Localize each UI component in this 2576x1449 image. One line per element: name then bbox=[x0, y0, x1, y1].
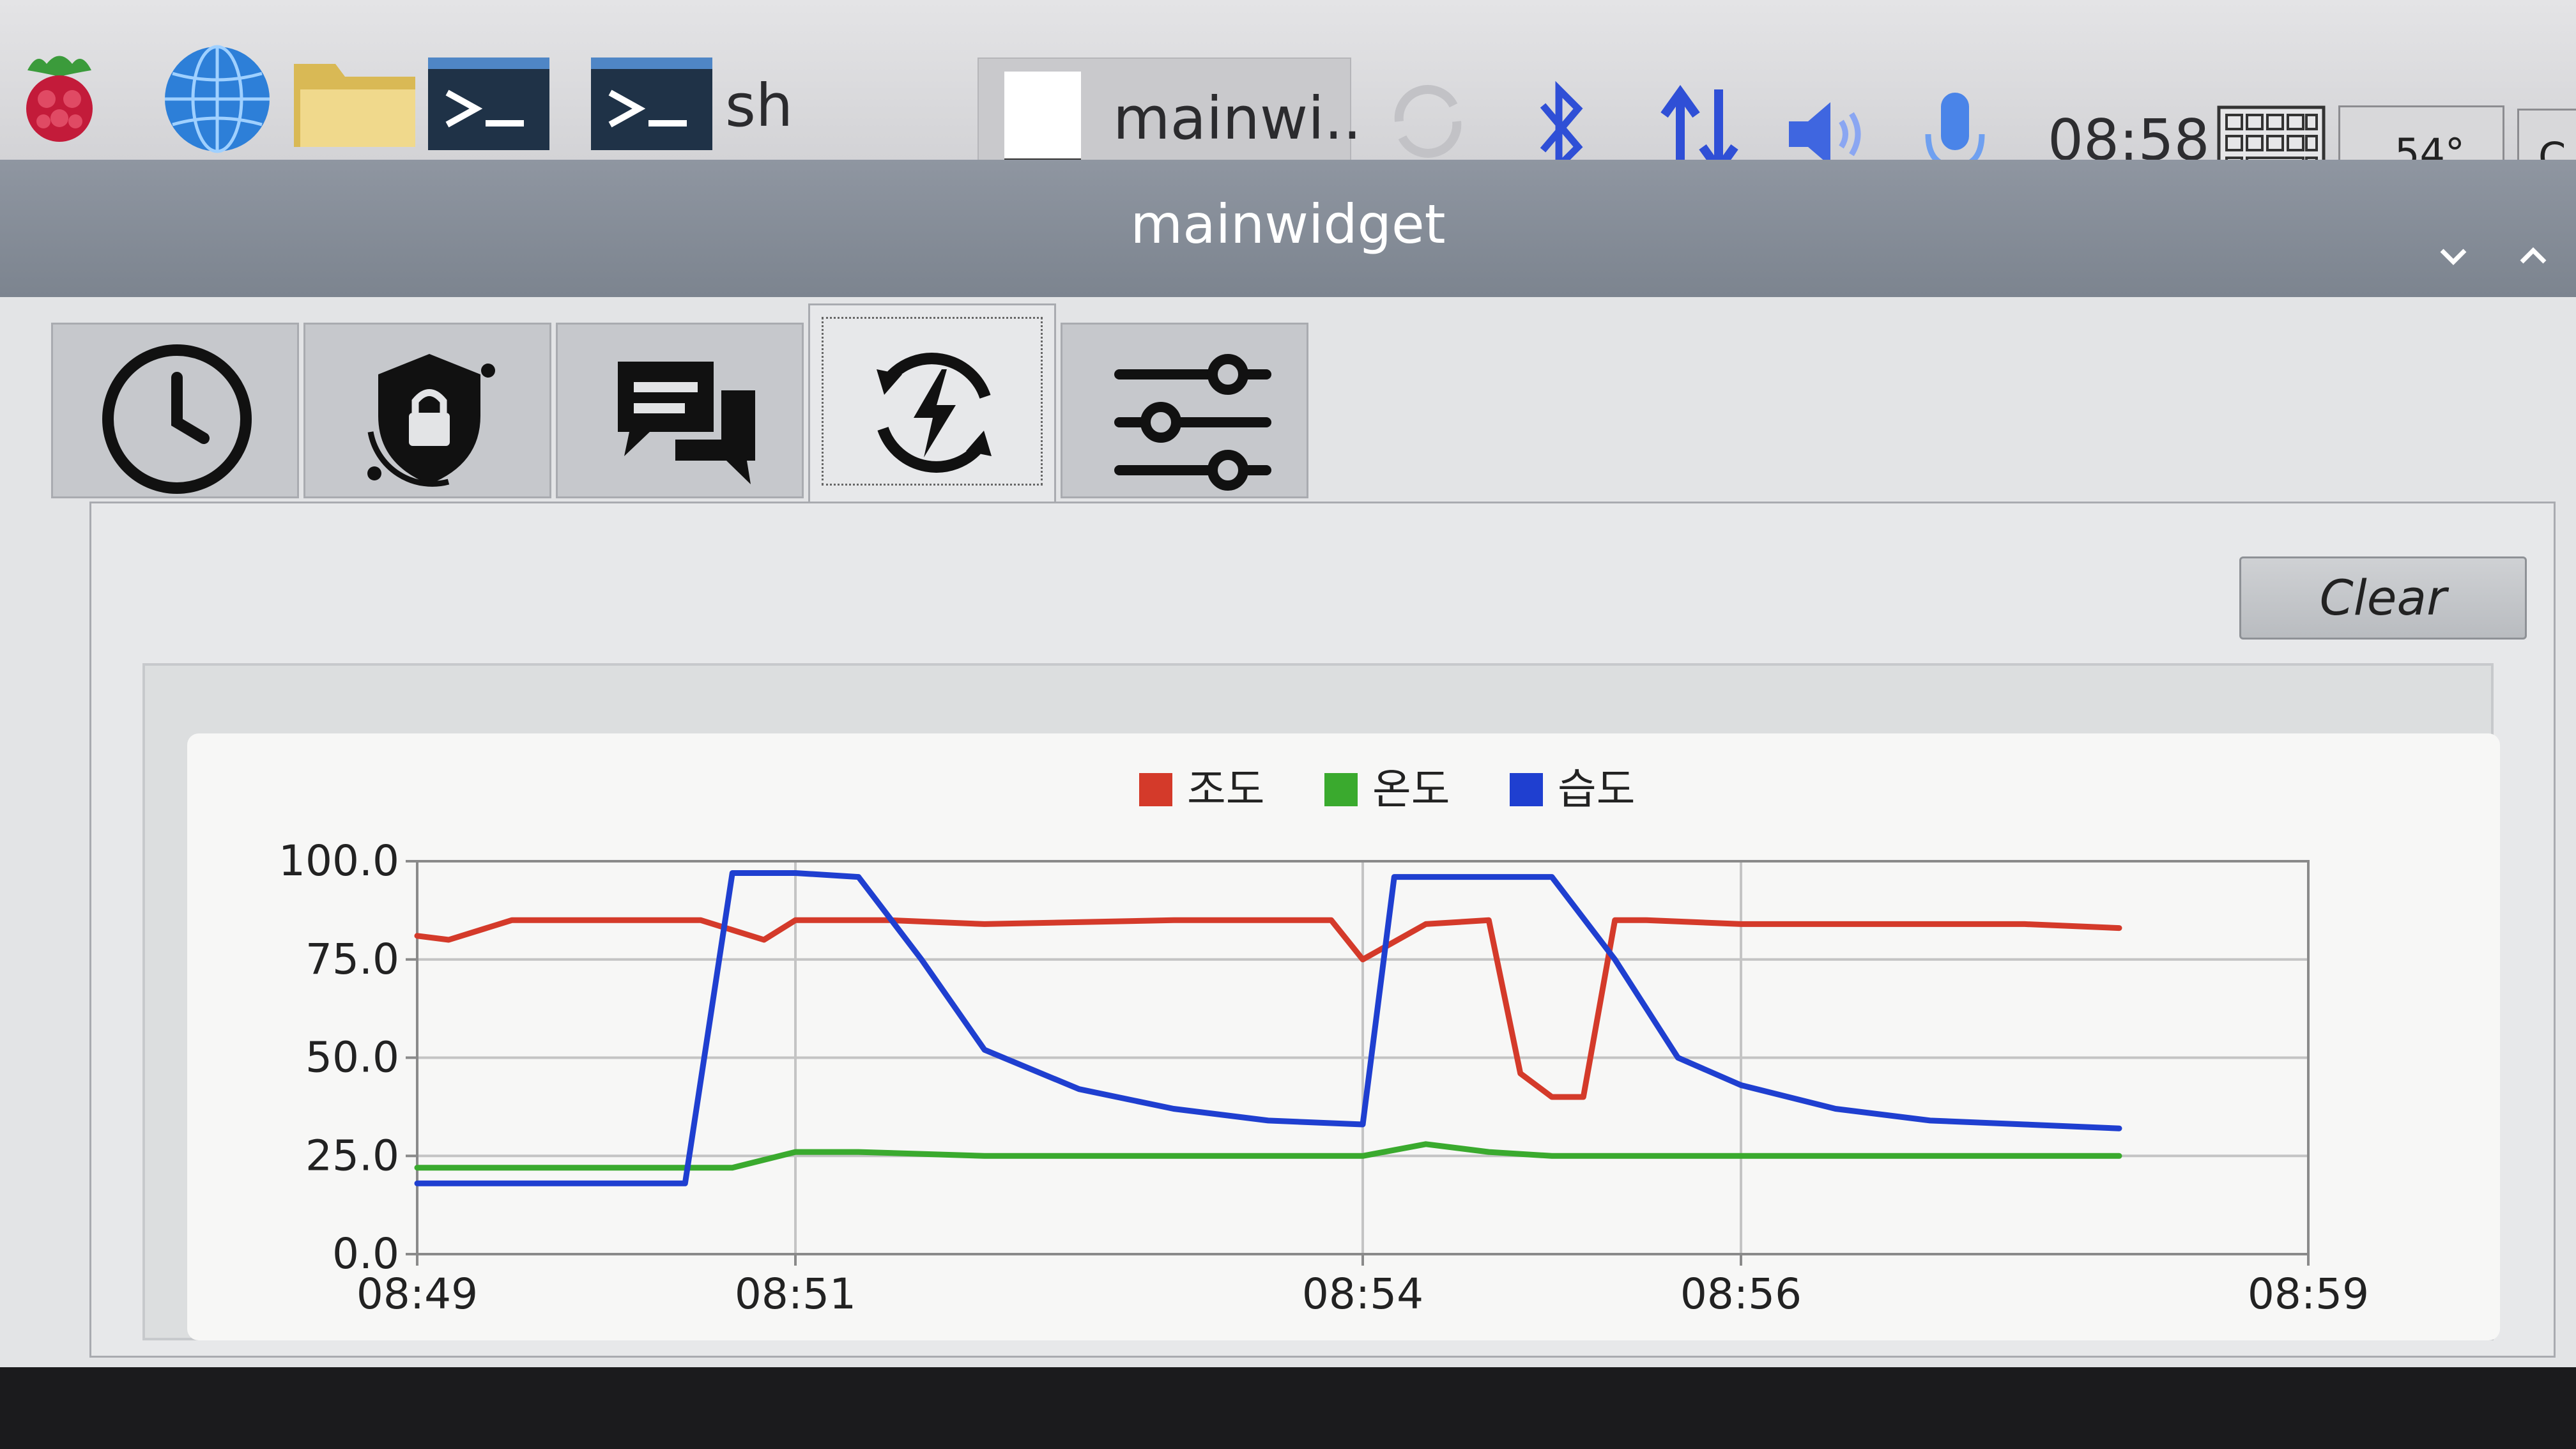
legend-swatch bbox=[1324, 773, 1358, 806]
x-tick-label: 08:59 bbox=[2248, 1269, 2369, 1319]
legend-label: 조도 bbox=[1187, 765, 1264, 814]
series-line-0 bbox=[414, 917, 2122, 1100]
y-tick-label: 25.0 bbox=[305, 1131, 399, 1180]
legend-label: 온도 bbox=[1372, 765, 1450, 814]
tab-settings[interactable] bbox=[1061, 323, 1308, 498]
tab-content-pane: Clear 조도 온도 습도 0.0 25.0 50.0 75.0 100.0 08:49 0… bbox=[89, 502, 2556, 1358]
power-cycle-icon bbox=[877, 353, 992, 473]
x-tick-label: 08:51 bbox=[735, 1269, 856, 1319]
y-tick-label: 100.0 bbox=[279, 836, 399, 885]
chevron-down-icon[interactable] bbox=[2434, 236, 2472, 275]
x-tick-label: 08:56 bbox=[1680, 1269, 1802, 1319]
tab-messages[interactable] bbox=[556, 323, 804, 498]
file-manager-icon[interactable] bbox=[291, 54, 418, 150]
sliders-icon bbox=[1114, 354, 1271, 491]
chart-series bbox=[414, 870, 2122, 1186]
legend-label: 습도 bbox=[1558, 765, 1635, 814]
window-titlebar[interactable]: mainwidget bbox=[0, 160, 2576, 297]
window-title: mainwidget bbox=[1130, 193, 1446, 256]
legend-swatch bbox=[1139, 773, 1172, 806]
tab-clock[interactable] bbox=[51, 323, 299, 498]
taskbar-app-label: mainwi.. bbox=[1113, 84, 1362, 153]
shield-lock-icon bbox=[367, 354, 495, 487]
tab-bar bbox=[51, 303, 1329, 502]
y-axis: 0.025.050.075.0100.0 bbox=[279, 836, 417, 1278]
raspberry-menu-icon[interactable] bbox=[12, 45, 107, 147]
sync-icon[interactable] bbox=[1380, 73, 1476, 169]
chart-legend: 조도 온도 습도 bbox=[1139, 765, 1635, 814]
line-chart: 조도 온도 습도 0.025.050.075.0100.0 08:49 08:51 08… bbox=[279, 765, 2369, 1319]
tab-security[interactable] bbox=[303, 323, 551, 498]
y-tick-label: 50.0 bbox=[305, 1033, 399, 1082]
x-axis: 08:49 08:51 08:54 08:56 08:59 bbox=[356, 1254, 2369, 1319]
app-document-icon bbox=[1004, 72, 1081, 167]
tab-power-cycle[interactable] bbox=[808, 303, 1056, 502]
chevron-up-icon[interactable] bbox=[2514, 236, 2552, 275]
chat-icon bbox=[618, 362, 755, 484]
y-tick-label: 75.0 bbox=[305, 935, 399, 984]
terminal-icon[interactable] bbox=[591, 57, 712, 150]
legend-swatch bbox=[1510, 773, 1543, 806]
x-tick-label: 08:49 bbox=[356, 1269, 478, 1319]
taskbar-app-button[interactable]: mainwi.. bbox=[977, 57, 1361, 169]
taskbar: sh mainwi.. 08:58 54° C bbox=[0, 0, 2576, 204]
web-browser-icon[interactable] bbox=[160, 42, 275, 157]
chart-panel: 조도 온도 습도 0.0 25.0 50.0 75.0 100.0 08:49 08:51 08… bbox=[187, 733, 2500, 1340]
clock-icon bbox=[102, 344, 252, 494]
terminal-label[interactable]: sh bbox=[725, 72, 793, 140]
clear-button[interactable]: Clear bbox=[2239, 556, 2527, 640]
terminal-icon[interactable] bbox=[428, 57, 549, 150]
main-window: mainwidget Clear 조도 온도 습도 0.0 25.0 50.0 … bbox=[0, 160, 2576, 1367]
x-tick-label: 08:54 bbox=[1302, 1269, 1423, 1319]
